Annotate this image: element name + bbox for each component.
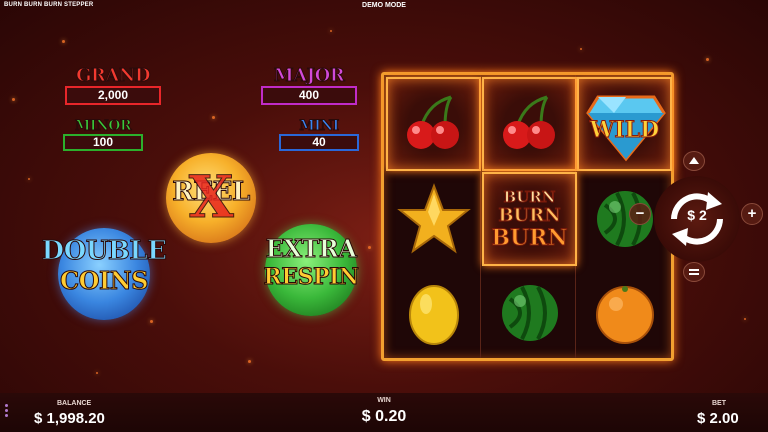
- menu-lines-icon: [689, 269, 699, 275]
- double-coins-feature: DOUBLE COINS: [41, 228, 167, 320]
- autoplay-button[interactable]: [683, 151, 705, 171]
- bet-label: BET: [712, 400, 726, 407]
- watermelon-icon: [501, 285, 558, 341]
- decrease-bet-button[interactable]: −: [629, 203, 651, 225]
- extra-respin-feature: EXTRA RESPIN: [263, 224, 359, 316]
- lemon-icon: [408, 285, 459, 345]
- reel-x-line2: X: [188, 163, 234, 232]
- jackpot-minor: MINOR 100: [53, 118, 153, 151]
- win-label: WIN: [377, 397, 391, 404]
- wild-label: WILD: [589, 117, 660, 144]
- burn-label-3: BURN: [491, 224, 568, 251]
- increase-bet-button[interactable]: +: [741, 203, 763, 225]
- jackpot-mini-title: MINI: [299, 118, 340, 135]
- jackpot-mini-value: 40: [279, 134, 359, 151]
- demo-mode-label: DEMO MODE: [362, 2, 406, 9]
- bet-value: $ 2.00: [697, 410, 739, 427]
- reel-cell-burn: BURN BURN BURN: [482, 172, 577, 266]
- jackpot-minor-value: 100: [63, 134, 143, 151]
- double-coins-line2: COINS: [59, 266, 149, 296]
- jackpot-mini: MINI 40: [269, 118, 369, 151]
- reel-cell-cherry: [482, 77, 577, 171]
- cherry-icon: [502, 95, 555, 149]
- spin-bet-value: $ 2: [687, 207, 707, 223]
- spin-button[interactable]: $ 2: [654, 176, 740, 262]
- jackpot-major-value: 400: [261, 86, 357, 105]
- reel-cell-orange: [577, 266, 672, 360]
- reel-x-feature: REEL X: [166, 153, 256, 243]
- burn-label-2: BURN: [498, 204, 561, 226]
- jackpot-grand-value: 2,000: [65, 86, 161, 105]
- extra-respin-line2: RESPIN: [263, 264, 359, 291]
- reel-cell-cherry: [386, 77, 481, 171]
- burn-label-1: BURN: [503, 187, 556, 206]
- reel-cell-watermelon: [482, 266, 577, 360]
- star-icon: [396, 183, 471, 254]
- jackpot-grand: GRAND 2,000: [63, 65, 163, 105]
- jackpot-grand-title: GRAND: [76, 65, 151, 86]
- top-bar: BURN BURN BURN STEPPER DEMO MODE: [0, 0, 768, 12]
- jackpot-minor-title: MINOR: [74, 118, 132, 135]
- jackpot-major-title: MAJOR: [273, 65, 345, 86]
- double-coins-line1: DOUBLE: [41, 236, 167, 267]
- jackpot-major: MAJOR 400: [259, 65, 359, 105]
- reel-cell-wild: WILD: [577, 77, 672, 171]
- win-value: $ 0.20: [361, 408, 407, 425]
- spin-control: $ 2: [654, 176, 740, 262]
- autoplay-icon: [689, 157, 699, 164]
- extra-respin-line1: EXTRA: [265, 234, 357, 264]
- reel-cell-lemon: [386, 266, 481, 360]
- cherry-icon: [406, 95, 459, 149]
- orange-icon: [595, 286, 654, 344]
- reel-cell-star: [386, 172, 481, 266]
- settings-menu-button[interactable]: [683, 262, 705, 282]
